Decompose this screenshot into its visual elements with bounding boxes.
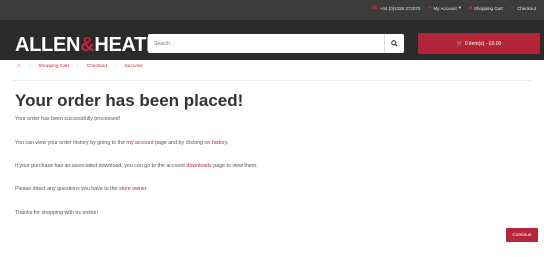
cart-label: 0 item(s) - £0.00 <box>464 40 502 47</box>
search-input[interactable] <box>148 34 384 53</box>
phone-icon: ☎ <box>371 5 378 11</box>
store-owner-link[interactable]: store owner <box>119 186 146 192</box>
order-history-text-b: page and by clicking on <box>153 140 212 146</box>
my-account-label: My Account <box>433 5 457 11</box>
cart-button[interactable]: 🛒 0 item(s) - £0.00 <box>418 33 540 54</box>
breadcrumb: ⌂ › Shopping Cart › Checkout › Success <box>13 59 151 73</box>
continue-button[interactable]: Continue <box>506 228 538 242</box>
my-account-link[interactable]: ● My Account ▾ <box>428 5 461 11</box>
chevron-down-icon: ▾ <box>458 5 461 10</box>
downloads-text: If your purchase has an associated downl… <box>15 163 258 169</box>
order-history-text-c: . <box>227 140 229 146</box>
checkout-link[interactable]: ➦ Checkout <box>511 5 536 11</box>
divider <box>12 80 532 81</box>
checkout-label: Checkout <box>516 5 536 11</box>
home-icon[interactable]: ⌂ <box>13 63 29 69</box>
logo-left: ALLEN <box>15 34 81 56</box>
breadcrumb-checkout[interactable]: Checkout <box>79 64 115 69</box>
page-title: Your order has been placed! <box>15 91 244 110</box>
order-history-text: You can view your order history by going… <box>15 140 229 146</box>
shopping-cart-label: Shopping Cart <box>474 5 503 11</box>
user-icon: ● <box>428 5 432 11</box>
shopping-cart-link[interactable]: ■ Shopping Cart <box>469 5 503 11</box>
top-bar: ☎ +44 (0)1326 372070 ● My Account ▾ ■ Sh… <box>0 0 544 20</box>
downloads-link[interactable]: downloads <box>186 163 211 169</box>
success-message: Your order has been successfully process… <box>15 116 121 122</box>
questions-text: Please direct any questions you have to … <box>15 186 148 192</box>
share-icon: ➦ <box>510 5 515 11</box>
phone-label: +44 (0)1326 372070 <box>379 5 421 11</box>
search-button[interactable] <box>384 34 404 53</box>
logo[interactable]: ALLEN&HEATH <box>15 34 161 57</box>
breadcrumb-shopping-cart[interactable]: Shopping Cart <box>30 64 77 69</box>
search-box <box>148 34 404 53</box>
history-link[interactable]: history <box>212 140 227 146</box>
questions-text-b: . <box>146 186 148 192</box>
questions-text-a: Please direct any questions you have to … <box>15 186 119 192</box>
thanks-text: Thanks for shopping with us online! <box>15 210 99 216</box>
search-icon <box>391 40 398 47</box>
cart-icon: 🛒 <box>456 40 463 47</box>
cart-icon: ■ <box>468 5 472 11</box>
breadcrumb-success[interactable]: Success <box>117 64 151 69</box>
downloads-text-b: page to view them. <box>211 163 258 169</box>
logo-amp: & <box>80 34 95 56</box>
my-account-link[interactable]: my account <box>126 140 153 146</box>
top-links: ☎ +44 (0)1326 372070 ● My Account ▾ ■ Sh… <box>372 5 537 11</box>
order-history-text-a: You can view your order history by going… <box>15 140 127 146</box>
site-header: ALLEN&HEATH 🛒 0 item(s) - £0.00 <box>0 20 544 60</box>
phone-link[interactable]: ☎ +44 (0)1326 372070 <box>372 5 421 11</box>
downloads-text-a: If your purchase has an associated downl… <box>15 163 187 169</box>
